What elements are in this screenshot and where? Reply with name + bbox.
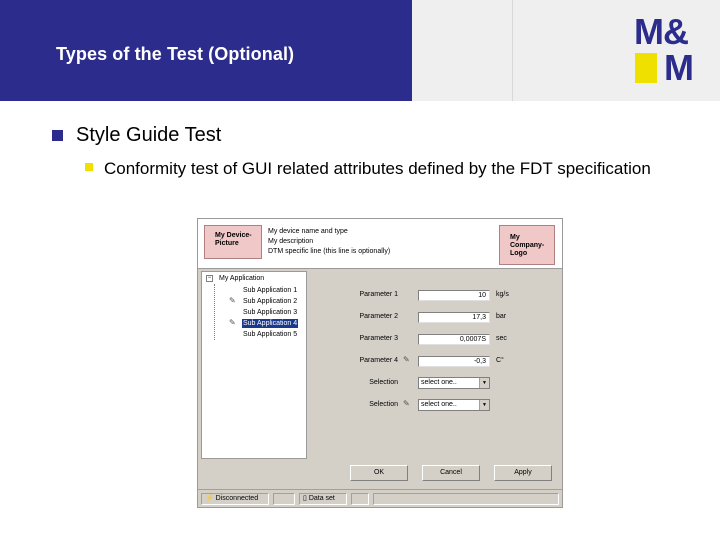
parameter-input[interactable]: 17,3 xyxy=(418,312,490,323)
pencil-icon: ✎ xyxy=(403,355,410,364)
tree-root-label[interactable]: My Application xyxy=(219,275,264,282)
logo-text-line1: M& xyxy=(634,11,689,52)
dropdown-arrow-icon[interactable]: ▼ xyxy=(479,400,489,410)
parameter-unit: sec xyxy=(496,335,507,342)
tree-item[interactable]: Sub Application 3 xyxy=(242,308,298,317)
bullet-square-icon xyxy=(85,163,93,171)
description-line: My device name and type xyxy=(268,228,348,235)
tree-root[interactable]: − My Application xyxy=(206,275,264,282)
selection-dropdown[interactable]: select one.. ▼ xyxy=(418,399,490,411)
dtm-window-screenshot: My Device-Picture My device name and typ… xyxy=(197,218,563,508)
dataset-status: ▯ Data set xyxy=(299,493,347,505)
dtm-header: My Device-Picture My device name and typ… xyxy=(198,219,562,269)
status-cell xyxy=(273,493,295,505)
title-bar: Types of the Test (Optional) xyxy=(0,0,412,101)
divider xyxy=(512,0,513,101)
status-bar: ⚡ Disconnected ▯ Data set xyxy=(198,489,562,507)
dropdown-arrow-icon[interactable]: ▼ xyxy=(479,378,489,388)
bullet-level1: Style Guide Test xyxy=(52,124,221,147)
bullet-level2: Conformity test of GUI related attribute… xyxy=(85,157,665,180)
description-line: My description xyxy=(268,238,314,245)
tree-item[interactable]: Sub Application 1 xyxy=(242,286,298,295)
company-logo: M& M xyxy=(634,14,704,86)
document-icon: ▯ xyxy=(303,495,307,502)
dataset-status-text: Data set xyxy=(308,495,335,502)
navigation-tree: − My Application Sub Application 1 ✎ Sub… xyxy=(201,271,307,459)
description-line: DTM specific line (this line is optional… xyxy=(268,248,391,255)
parameter-form: Parameter 1 10 kg/s Parameter 2 17,3 bar… xyxy=(308,271,560,459)
pencil-icon: ✎ xyxy=(229,318,236,327)
parameter-input[interactable]: 0,0007S xyxy=(418,334,490,345)
parameter-label: Parameter 4 xyxy=(359,357,398,364)
parameter-unit: bar xyxy=(496,313,507,320)
parameter-label: Parameter 3 xyxy=(359,335,398,342)
selection-dropdown[interactable]: select one.. ▼ xyxy=(418,377,490,389)
tree-item-selected[interactable]: Sub Application 4 xyxy=(242,319,299,328)
status-cell xyxy=(373,493,559,505)
device-picture-placeholder: My Device-Picture xyxy=(204,225,262,259)
parameter-label: Parameter 2 xyxy=(359,313,398,320)
slide-title: Types of the Test (Optional) xyxy=(56,44,295,64)
selection-label: Selection xyxy=(369,401,398,408)
bullet-text: Style Guide Test xyxy=(76,124,222,146)
logo-yellow-square xyxy=(635,53,657,83)
collapse-icon[interactable]: − xyxy=(206,275,213,282)
bullet-text: Conformity test of GUI related attribute… xyxy=(104,159,651,178)
selection-value: select one.. xyxy=(421,379,457,386)
apply-button[interactable]: Apply xyxy=(494,465,552,481)
parameter-unit: kg/s xyxy=(496,291,509,298)
pencil-icon: ✎ xyxy=(403,399,410,408)
tree-item[interactable]: Sub Application 5 xyxy=(242,330,298,339)
plug-icon: ⚡ xyxy=(205,495,214,502)
logo-text-line2: M xyxy=(664,47,694,88)
selection-label: Selection xyxy=(369,379,398,386)
cancel-button[interactable]: Cancel xyxy=(422,465,480,481)
bullet-square-icon xyxy=(52,130,63,141)
pencil-icon: ✎ xyxy=(229,296,236,305)
status-cell xyxy=(351,493,369,505)
connection-status-text: Disconnected xyxy=(215,495,259,502)
parameter-label: Parameter 1 xyxy=(359,291,398,298)
tree-connector xyxy=(214,284,215,340)
ok-button[interactable]: OK xyxy=(350,465,408,481)
company-logo-placeholder: My Company-Logo xyxy=(499,225,555,265)
connection-status: ⚡ Disconnected xyxy=(201,493,269,505)
selection-value: select one.. xyxy=(421,401,457,408)
parameter-input[interactable]: 10 xyxy=(418,290,490,301)
device-description: My device name and type My description D… xyxy=(268,227,390,257)
parameter-unit: C° xyxy=(496,357,504,364)
tree-item[interactable]: Sub Application 2 xyxy=(242,297,298,306)
parameter-input[interactable]: -0,3 xyxy=(418,356,490,367)
